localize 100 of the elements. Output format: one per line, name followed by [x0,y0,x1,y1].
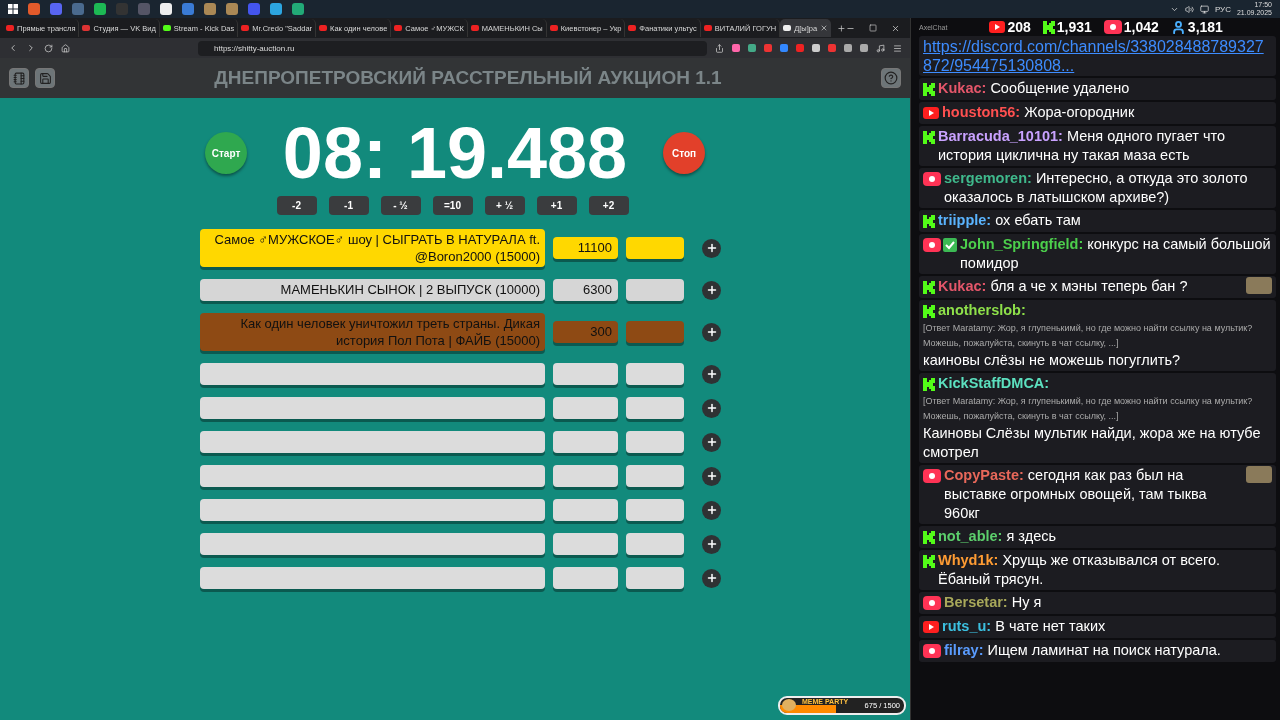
tab-favicon-icon [628,25,637,31]
home-icon[interactable] [61,43,70,53]
add-button[interactable] [702,500,721,520]
live-icon [923,172,941,186]
message-text: каиновы слёзы не можешь погуглить? [923,351,1182,370]
lot-title-field[interactable]: МАМЕНЬКИН СЫНОК | 2 ВЫПУСК (10000) [200,279,545,301]
music-icon[interactable] [876,43,885,53]
lot-amount-field[interactable]: 11100 [553,237,618,259]
lot-amount-field[interactable] [553,465,618,487]
lot-extra-field[interactable] [626,279,684,301]
lot-amount-field[interactable] [553,431,618,453]
kick-icon [923,554,935,568]
new-tab-icon[interactable] [837,23,846,33]
time-adjust-button[interactable]: =10 [432,196,473,215]
youtube-icon [989,21,1006,33]
add-button[interactable] [702,568,721,588]
forward-icon[interactable] [26,43,36,53]
notebook-icon [12,71,26,85]
live-icon [1103,20,1122,34]
kick-icon [923,130,935,144]
discord-link[interactable]: https://discord.com/channels/338028488789327872/954475130808... [923,37,1272,75]
viewer-count: 208 [1007,19,1031,35]
lot-title-field[interactable] [200,465,545,487]
add-button[interactable] [702,466,721,486]
tab-favicon-icon [703,25,712,31]
language-indicator[interactable]: РУС [1214,4,1231,14]
taskbar-app-icon[interactable] [292,3,304,15]
taskbar-app-icon[interactable] [270,3,282,15]
lot-extra-field[interactable] [626,533,684,555]
add-button[interactable] [702,322,721,342]
time-adjust-button[interactable]: + ½ [484,196,525,215]
message-text: not_able: я здесь [938,527,1058,546]
chat-author[interactable]: anotherslob: [938,302,1026,318]
add-button[interactable] [702,280,721,300]
kick-icon [1042,20,1055,34]
tab-favicon-icon [82,25,91,31]
menu-icon[interactable] [893,43,902,53]
back-icon[interactable] [8,43,18,53]
share-icon[interactable] [715,43,724,53]
plus-icon [705,284,718,296]
lot-extra-field[interactable] [626,465,684,487]
time-adjust-button[interactable]: +2 [588,196,629,215]
address-field[interactable]: https://shitty-auction.ru [198,40,707,56]
reload-icon[interactable] [44,43,53,53]
lot-extra-field[interactable] [626,499,684,521]
notebook-button[interactable] [9,68,29,88]
lot-extra-field[interactable] [626,237,684,259]
plus-icon [705,504,718,516]
lot-amount-field[interactable] [553,533,618,555]
lot-title-field[interactable] [200,533,545,555]
network-icon[interactable] [1199,4,1209,14]
taskbar-app-icon[interactable] [204,3,216,15]
lot-amount-field[interactable] [553,567,618,589]
add-button[interactable] [702,398,721,418]
volume-icon[interactable] [1184,4,1194,14]
add-button[interactable] [702,364,721,384]
live-icon [923,238,941,252]
lot-amount-field[interactable]: 6300 [553,279,618,301]
lot-extra-field[interactable] [626,397,684,419]
kick-icon [923,214,935,228]
time-adjust-button[interactable]: -1 [328,196,369,215]
lot-extra-field[interactable] [626,321,684,343]
close-icon[interactable] [891,23,900,33]
tab-favicon-icon [394,25,403,31]
time-adjust-button[interactable]: +1 [536,196,577,215]
save-button[interactable] [35,68,55,88]
windows-icon[interactable] [8,4,18,14]
stop-button[interactable]: Стоп [663,132,705,174]
taskbar-app-icon[interactable] [226,3,238,15]
taskbar-app-icon[interactable] [94,3,106,15]
lot-extra-field[interactable] [626,567,684,589]
lot-title-field[interactable] [200,499,545,521]
message-text: houston56: Жора-огородник [942,103,1136,122]
lot-title-field[interactable] [200,363,545,385]
add-button[interactable] [702,432,721,452]
message-text: filray: Ищем ламинат на поиск натурала. [944,641,1222,660]
add-button[interactable] [702,238,721,258]
maximize-icon[interactable] [869,23,877,32]
lot-amount-field[interactable] [553,397,618,419]
chat-author[interactable]: KickStaffDMCA: [938,375,1050,391]
kick-icon [923,280,935,294]
lot-title-field[interactable] [200,431,545,453]
youtube-icon [923,107,939,119]
lot-extra-field[interactable] [626,363,684,385]
lot-amount-field[interactable] [553,363,618,385]
add-button[interactable] [702,534,721,554]
lot-extra-field[interactable] [626,431,684,453]
tab-close-icon[interactable] [820,24,829,32]
help-button[interactable] [881,68,901,88]
lot-title-field[interactable] [200,397,545,419]
tab-favicon-icon [162,25,171,31]
time-adjust-button[interactable]: -2 [276,196,317,215]
tab-favicon-icon [783,25,792,31]
message-text: Bersetar: Ну я [944,593,1043,612]
taskbar-app-icon[interactable] [160,3,172,15]
time-adjust-button[interactable]: - ½ [380,196,421,215]
lot-amount-field[interactable] [553,499,618,521]
lot-title-field[interactable] [200,567,545,589]
auction-title: ДНЕПРОПЕТРОВСКИЙ РАССТРЕЛЬНЫЙ АУКЦИОН 1.1 [213,67,723,89]
lot-title-field[interactable]: Самое ♂МУЖСКОЕ♂ шоу | СЫГРАТЬ В НАТУРАЛА ft. @Boron2000 (15000) [200,229,545,267]
